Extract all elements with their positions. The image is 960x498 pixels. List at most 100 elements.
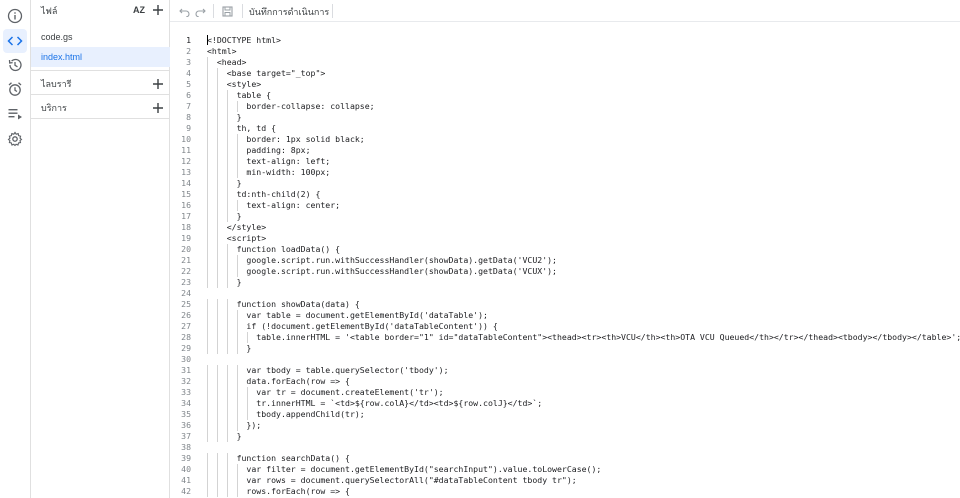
- line-number: 37: [181, 431, 191, 441]
- code-line: tr.innerHTML = `<td>${row.colA}</td><td>…: [207, 398, 543, 408]
- section-divider: [31, 118, 170, 119]
- code-line: }: [207, 431, 242, 441]
- sort-az-icon[interactable]: AZ: [131, 2, 147, 18]
- line-number: 26: [181, 310, 191, 320]
- code-line: if (!document.getElementById('dataTableC…: [207, 321, 498, 331]
- line-number: 6: [186, 90, 191, 100]
- line-number: 20: [181, 244, 191, 254]
- code-line: data.forEach(row => {: [207, 376, 350, 386]
- line-number: 11: [181, 145, 191, 155]
- overview-info-icon[interactable]: [3, 4, 27, 28]
- code-line: <head>: [207, 57, 247, 67]
- line-number: 38: [181, 442, 191, 452]
- line-number: 15: [181, 189, 191, 199]
- code-line: google.script.run.withSuccessHandler(sho…: [207, 266, 557, 276]
- code-line: var tbody = table.querySelector('tbody')…: [207, 365, 449, 375]
- line-number: 18: [181, 222, 191, 232]
- code-editor[interactable]: 1 2 3 4 5 6 7 8 9 10 11 12 13 14 15 16 17 18 19 20 21 22 23 24 2…: [170, 33, 960, 498]
- code-line: }: [207, 112, 242, 122]
- add-file-icon[interactable]: [150, 2, 166, 18]
- code-line: text-align: left;: [207, 156, 331, 166]
- services-label: บริการ: [41, 103, 67, 113]
- code-line: <script>: [207, 233, 267, 243]
- line-number: 24: [181, 288, 191, 298]
- line-number: 4: [186, 68, 191, 78]
- undo-icon[interactable]: [176, 3, 192, 19]
- line-number: 19: [181, 233, 191, 243]
- libraries-label: ไลบรารี: [41, 79, 72, 89]
- files-header: ไฟล์ AZ: [31, 0, 170, 22]
- line-number: 27: [181, 321, 191, 331]
- code-line: th, td {: [207, 123, 277, 133]
- code-line: var filter = document.getElementById("se…: [207, 464, 602, 474]
- line-number: 9: [186, 123, 191, 133]
- history-icon[interactable]: [3, 53, 27, 77]
- redo-icon[interactable]: [192, 3, 208, 19]
- file-item-index-html[interactable]: index.html: [31, 47, 170, 67]
- line-number: 28: [181, 332, 191, 342]
- code-line: function searchData() {: [207, 453, 350, 463]
- code-line: <base target="_top">: [207, 68, 326, 78]
- code-line: tbody.appendChild(tr);: [207, 409, 365, 419]
- line-number: 7: [186, 101, 191, 111]
- line-number: 25: [181, 299, 191, 309]
- files-title: ไฟล์: [41, 6, 58, 16]
- line-number: 5: [186, 79, 191, 89]
- code-line: var table = document.getElementById('dat…: [207, 310, 488, 320]
- code-line: td:nth-child(2) {: [207, 189, 321, 199]
- toolbar-divider: [242, 4, 243, 18]
- code-line: min-width: 100px;: [207, 167, 331, 177]
- line-number: 21: [181, 255, 191, 265]
- save-icon[interactable]: [219, 3, 235, 19]
- editor-code-icon[interactable]: [3, 29, 27, 53]
- libraries-section: ไลบรารี: [31, 70, 170, 94]
- line-number: 23: [181, 277, 191, 287]
- line-number: 14: [181, 178, 191, 188]
- services-section: บริการ: [31, 94, 170, 118]
- line-number: 16: [181, 200, 191, 210]
- code-line: <html>: [207, 46, 237, 56]
- line-number: 35: [181, 409, 191, 419]
- executions-list-icon[interactable]: [3, 102, 27, 126]
- code-line: function showData(data) {: [207, 299, 360, 309]
- line-number: 17: [181, 211, 191, 221]
- line-number: 1: [186, 35, 191, 45]
- left-nav-rail: [0, 0, 31, 498]
- execution-log-button[interactable]: บันทึกการดำเนินการ: [249, 5, 329, 19]
- code-line: var rows = document.querySelectorAll("#d…: [207, 475, 577, 485]
- editor-toolbar: บันทึกการดำเนินการ: [170, 0, 960, 22]
- code-line: }: [207, 211, 242, 221]
- line-number: 31: [181, 365, 191, 375]
- code-line: rows.forEach(row => {: [207, 486, 350, 496]
- code-line: padding: 8px;: [207, 145, 311, 155]
- code-line: table {: [207, 90, 272, 100]
- code-line: var tr = document.createElement('tr');: [207, 387, 444, 397]
- line-number: 36: [181, 420, 191, 430]
- triggers-alarm-icon[interactable]: [3, 77, 27, 101]
- settings-gear-icon[interactable]: [3, 127, 27, 151]
- code-line: }: [207, 277, 242, 287]
- text-cursor: [207, 35, 208, 45]
- line-number: 39: [181, 453, 191, 463]
- line-number: 30: [181, 354, 191, 364]
- line-number: 42: [181, 486, 191, 496]
- code-line: google.script.run.withSuccessHandler(sho…: [207, 255, 557, 265]
- code-line: <!DOCTYPE html>: [207, 35, 281, 45]
- line-number: 10: [181, 134, 191, 144]
- code-line: border: 1px solid black;: [207, 134, 365, 144]
- code-line: }: [207, 343, 252, 353]
- code-line: <style>: [207, 79, 262, 89]
- line-number: 2: [186, 46, 191, 56]
- add-service-icon[interactable]: [150, 100, 166, 116]
- line-number: 8: [186, 112, 191, 122]
- file-item-code-gs[interactable]: code.gs: [31, 27, 170, 47]
- toolbar-divider: [332, 4, 333, 18]
- line-number: 41: [181, 475, 191, 485]
- code-line: </style>: [207, 222, 267, 232]
- line-number: 34: [181, 398, 191, 408]
- code-line: function loadData() {: [207, 244, 341, 254]
- toolbar-divider: [213, 4, 214, 18]
- add-library-icon[interactable]: [150, 76, 166, 92]
- line-number: 22: [181, 266, 191, 276]
- files-panel: ไฟล์ AZ code.gs index.html ไลบรารี บริกา…: [31, 0, 170, 498]
